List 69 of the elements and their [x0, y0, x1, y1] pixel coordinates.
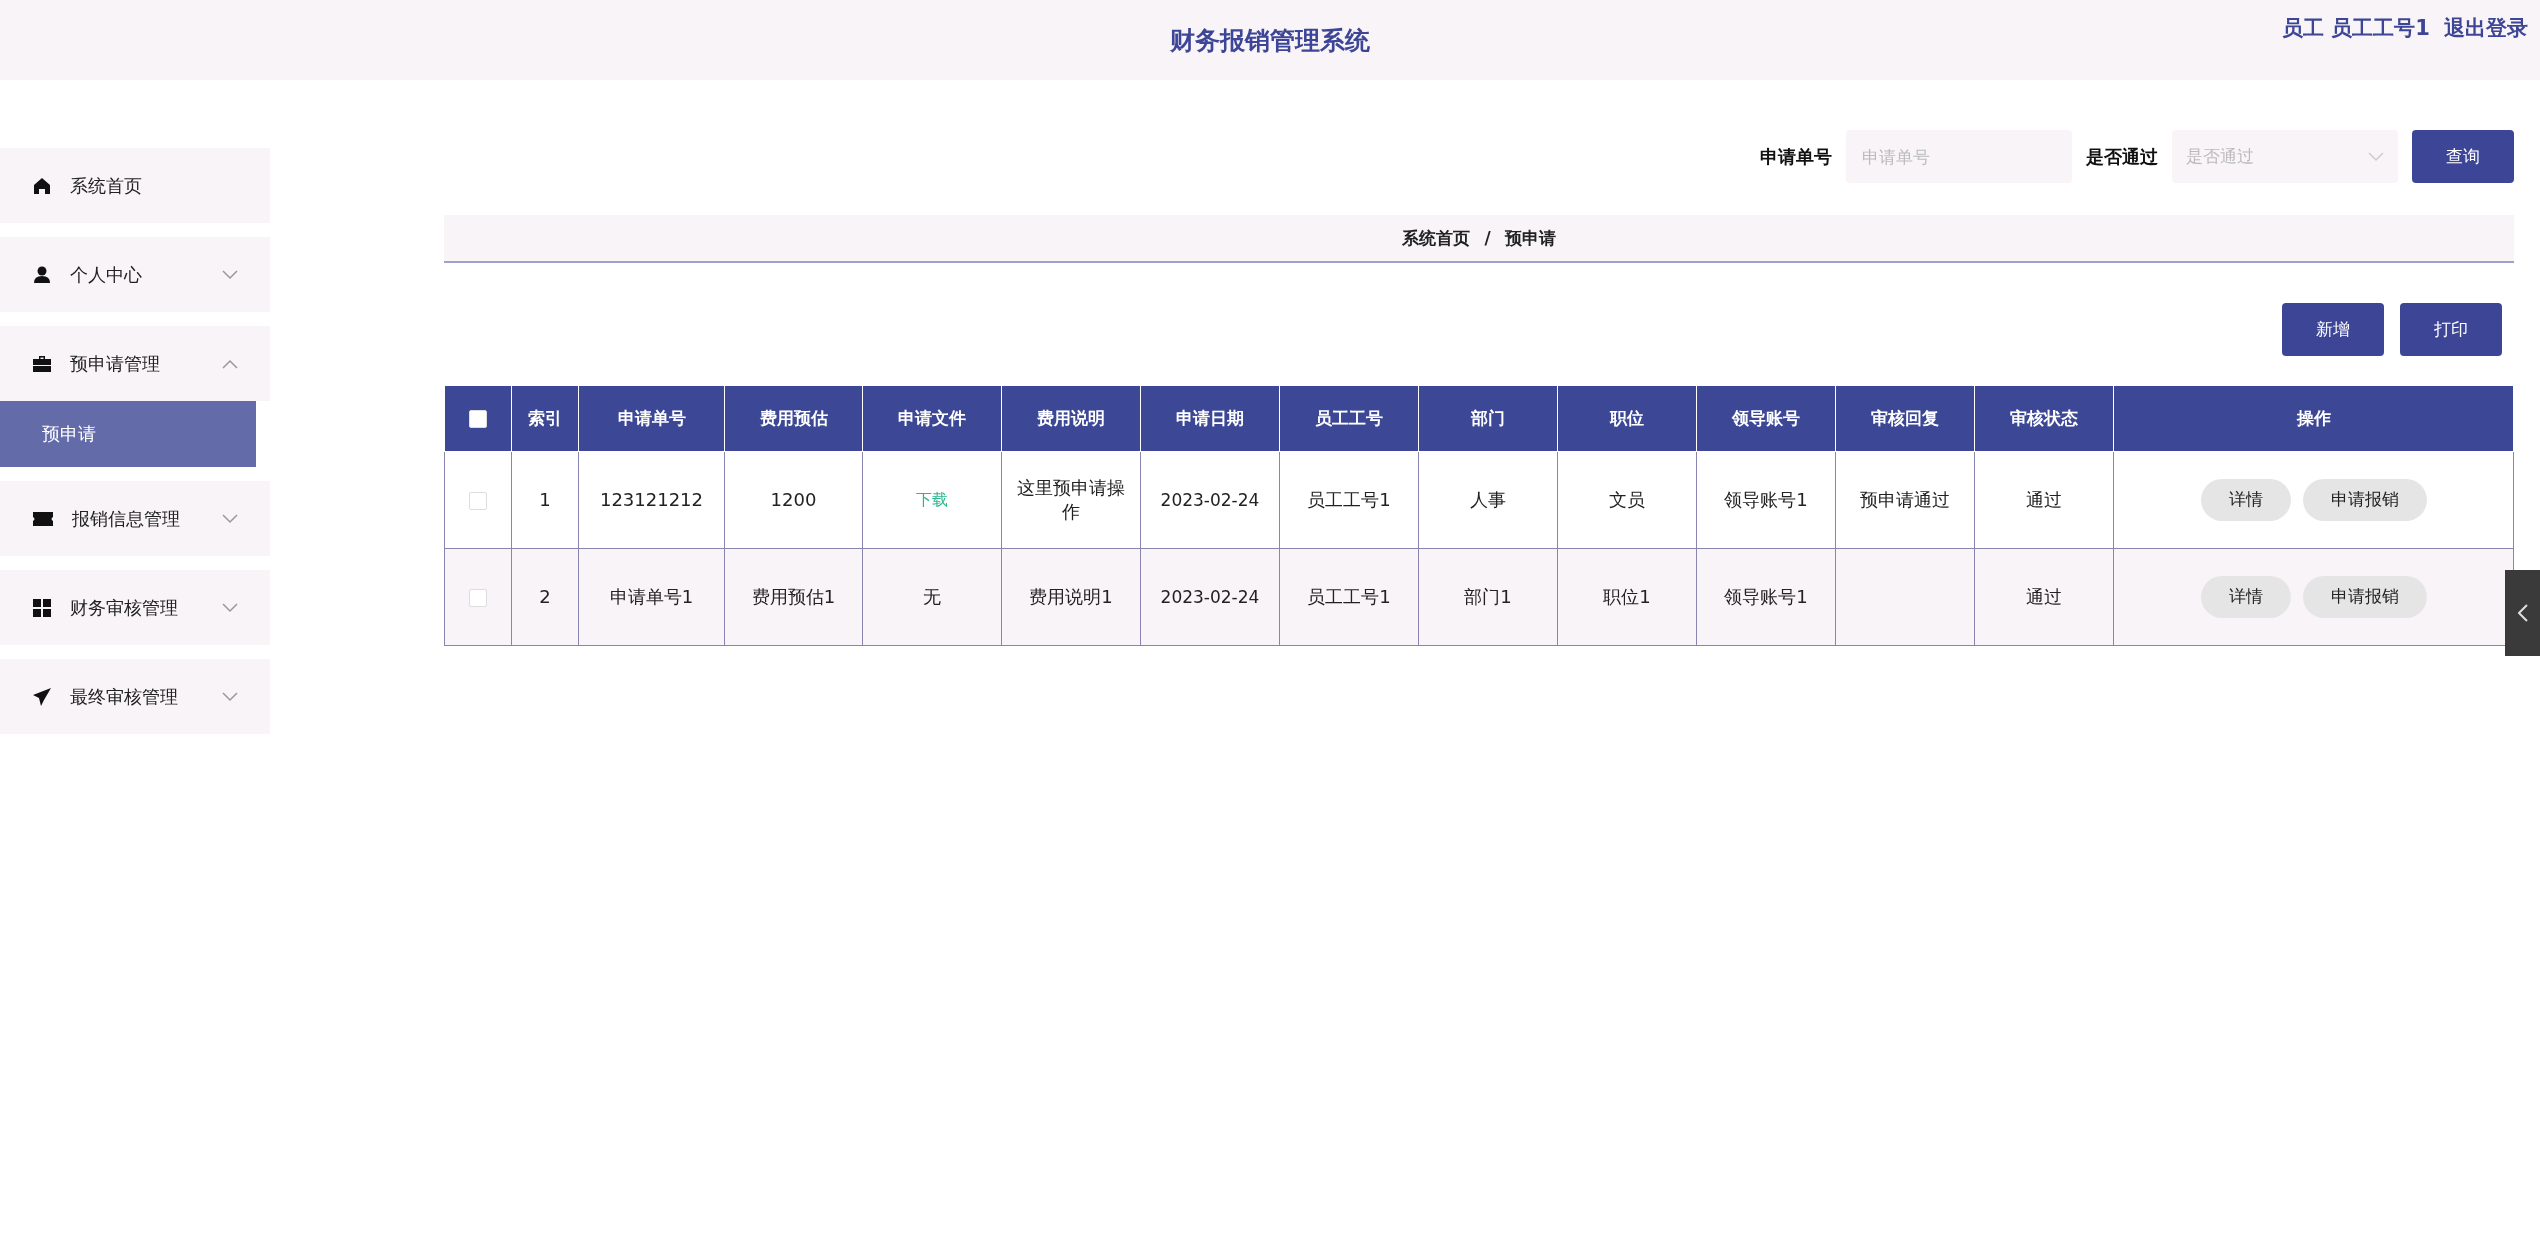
field-label: 是否通过 [2086, 144, 2158, 169]
paper-plane-icon [32, 686, 52, 707]
table-cell: 职位1 [1557, 548, 1697, 645]
row-action-button[interactable]: 申请报销 [2302, 478, 2427, 521]
home-icon [32, 175, 52, 196]
table-header-cell: 申请文件 [862, 386, 1002, 451]
table-cell: 1 [511, 451, 579, 548]
sidebar-item[interactable]: 个人中心 [0, 237, 270, 312]
select-all-checkbox[interactable] [469, 410, 487, 429]
table-header-cell: 费用预估 [724, 386, 863, 451]
table-cell: 员工工号1 [1279, 451, 1419, 548]
app-title: 财务报销管理系统 [1170, 24, 1370, 57]
table-cell: 123121212 [578, 451, 725, 548]
table-cell: 2023-02-24 [1140, 548, 1280, 645]
table-cell: 通过 [1974, 451, 2114, 548]
table-header-cell: 领导账号 [1696, 386, 1836, 451]
table-cell: 这里预申请操作 [1001, 451, 1141, 548]
table-cell: 员工工号1 [1279, 548, 1419, 645]
table-header-cell: 申请单号 [578, 386, 725, 451]
table-cell: 2023-02-24 [1140, 451, 1280, 548]
table-cell: 人事 [1418, 451, 1558, 548]
row-checkbox[interactable] [469, 492, 487, 510]
breadcrumb-item[interactable]: 预申请 [1504, 226, 1556, 250]
table-cell: 文员 [1557, 451, 1697, 548]
grid-icon [32, 597, 52, 618]
table-header-cell: 操作 [2113, 386, 2514, 451]
table-header-cell: 职位 [1557, 386, 1697, 451]
table-header-cell: 申请日期 [1140, 386, 1280, 451]
row-action-button[interactable]: 详情 [2200, 478, 2291, 521]
breadcrumb-item[interactable]: 系统首页 [1402, 226, 1471, 250]
table-header-cell: 费用说明 [1001, 386, 1141, 451]
search-button[interactable]: 查询 [2412, 130, 2514, 183]
sidebar-item[interactable]: 预申请管理 [0, 326, 270, 401]
table-cell: 预申请通过 [1835, 451, 1975, 548]
field-label: 申请单号 [1760, 144, 1832, 169]
sidebar-item[interactable]: 报销信息管理 [0, 481, 270, 556]
chevron-icon [2368, 151, 2384, 162]
user-icon [32, 264, 52, 285]
table-cell: 通过 [1974, 548, 2114, 645]
sidebar-subitem[interactable]: 预申请 [0, 401, 256, 467]
table-cell: 1200 [724, 451, 863, 548]
collapse-handle[interactable] [2505, 570, 2540, 656]
table-cell: 领导账号1 [1696, 548, 1836, 645]
table-cell: 费用预估1 [724, 548, 863, 645]
user-label: 员工 员工工号1 [2282, 15, 2430, 42]
row-action-button[interactable]: 详情 [2200, 575, 2291, 618]
sidebar-item[interactable]: 系统首页 [0, 148, 270, 223]
table-cell: 无 [862, 548, 1002, 645]
sidebar-item[interactable]: 财务审核管理 [0, 570, 270, 645]
action-button[interactable]: 打印 [2400, 303, 2502, 356]
briefcase-icon [32, 353, 52, 374]
table-cell: 费用说明1 [1001, 548, 1141, 645]
action-button[interactable]: 新增 [2282, 303, 2384, 356]
table-header-cell: 部门 [1418, 386, 1558, 451]
chevron-left-icon [2517, 604, 2528, 622]
table-cell: 2 [511, 548, 579, 645]
row-action-button[interactable]: 申请报销 [2302, 575, 2427, 618]
row-checkbox[interactable] [469, 589, 487, 607]
table-header-cell: 审核状态 [1974, 386, 2114, 451]
sidebar-item[interactable]: 最终审核管理 [0, 659, 270, 734]
table-cell: 申请单号1 [578, 548, 725, 645]
input-field[interactable]: 申请单号 [1846, 130, 2072, 183]
logout-link[interactable]: 退出登录 [2444, 14, 2528, 42]
table-header-cell: 索引 [511, 386, 579, 451]
table-cell: 领导账号1 [1696, 451, 1836, 548]
table-header-cell: 员工工号 [1279, 386, 1419, 451]
breadcrumb-separator: / [1484, 228, 1491, 248]
table-cell: 部门1 [1418, 548, 1558, 645]
table-header-cell: 审核回复 [1835, 386, 1975, 451]
